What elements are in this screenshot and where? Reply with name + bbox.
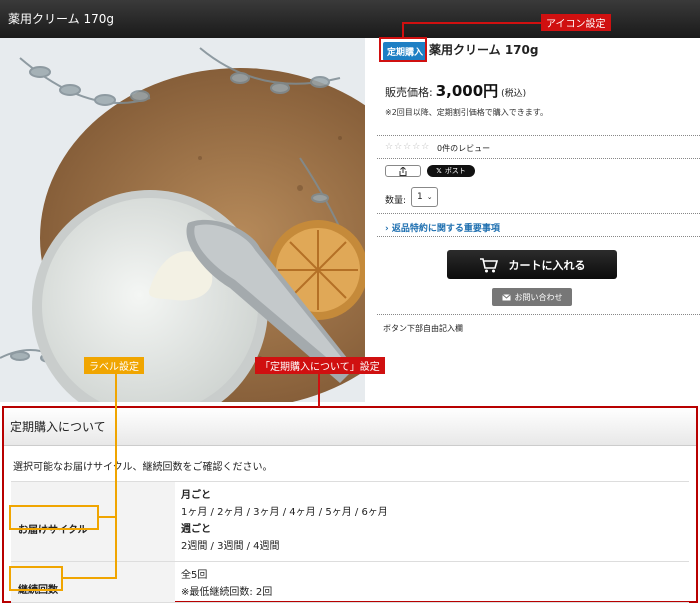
- x-post-label: ポスト: [444, 167, 466, 175]
- share-button[interactable]: [385, 165, 421, 177]
- rating-stars: ☆☆☆☆☆: [385, 142, 431, 152]
- mail-icon: [501, 293, 511, 300]
- free-text-area: ボタン下部自由記入欄: [383, 324, 463, 333]
- price-row: 販売価格: 3,000円 (税込): [385, 80, 526, 101]
- return-policy-label: 返品特約に関する重要事項: [391, 224, 500, 234]
- price-tax: (税込): [501, 89, 527, 99]
- monthly-options: 1ヶ月 / 2ヶ月 / 3ヶ月 / 4ヶ月 / 5ヶ月 / 6ヶ月: [181, 507, 388, 518]
- share-icon: [399, 166, 407, 176]
- inquiry-label: お問い合わせ: [514, 292, 563, 302]
- x-post-button[interactable]: 𝕏 ポスト: [427, 165, 475, 177]
- annotation-line: [115, 372, 117, 579]
- quantity-select[interactable]: 1 ⌄: [411, 187, 438, 207]
- divider: [377, 158, 700, 159]
- divider: [377, 314, 700, 315]
- price-value: 3,000円: [435, 82, 499, 100]
- annotation-line: [318, 372, 320, 407]
- add-to-cart-label: カートに入れる: [508, 258, 586, 272]
- subscription-table: お届けサイクル 月ごと 1ヶ月 / 2ヶ月 / 3ヶ月 / 4ヶ月 / 5ヶ月 …: [11, 481, 689, 603]
- table-row: お届けサイクル 月ごと 1ヶ月 / 2ヶ月 / 3ヶ月 / 4ヶ月 / 5ヶ月 …: [11, 481, 689, 561]
- divider: [377, 213, 700, 214]
- subscription-intro: 選択可能なお届けサイクル、継続回数をご確認ください。: [13, 462, 273, 473]
- subscription-info-section: 定期購入について 選択可能なお届けサイクル、継続回数をご確認ください。 お届けサ…: [2, 406, 698, 603]
- delivery-cycle-value: 月ごと 1ヶ月 / 2ヶ月 / 3ヶ月 / 4ヶ月 / 5ヶ月 / 6ヶ月 週ご…: [175, 482, 689, 561]
- divider: [377, 135, 700, 136]
- total-count: 全5回: [181, 570, 208, 581]
- continuation-count-value: 全5回 ※最低継続回数: 2回: [175, 562, 689, 602]
- annotation-line: [98, 516, 116, 518]
- table-row: 継続回数 全5回 ※最低継続回数: 2回: [11, 561, 689, 603]
- x-logo-icon: 𝕏: [436, 167, 442, 175]
- inquiry-button[interactable]: お問い合わせ: [492, 288, 572, 306]
- quantity-label: 数量:: [385, 196, 407, 206]
- chevron-down-icon: ⌄: [426, 193, 433, 201]
- chevron-right-icon: ›: [385, 224, 389, 234]
- return-policy-link[interactable]: › 返品特約に関する重要事項: [385, 221, 500, 234]
- minimum-count: ※最低継続回数: 2回: [181, 587, 273, 598]
- monthly-heading: 月ごと: [181, 490, 211, 501]
- product-image: [0, 38, 365, 402]
- annotation-line: [402, 22, 404, 38]
- label-setting-label: ラベル設定: [84, 357, 144, 374]
- add-to-cart-button[interactable]: カートに入れる: [447, 250, 617, 279]
- weekly-heading: 週ごと: [181, 524, 211, 535]
- weekly-options: 2週間 / 3週間 / 4週間: [181, 541, 280, 552]
- continuation-count-highlight: [9, 566, 63, 591]
- icon-setting-label: アイコン設定: [541, 14, 611, 31]
- price-label: 販売価格:: [385, 86, 433, 99]
- annotation-line: [62, 577, 116, 579]
- subscription-heading: 定期購入について: [4, 408, 696, 446]
- quantity-value: 1: [417, 192, 423, 202]
- divider: [377, 236, 700, 237]
- annotation-line: [402, 22, 542, 24]
- cart-icon: [479, 257, 498, 272]
- icon-setting-highlight: [379, 37, 427, 62]
- review-count[interactable]: 0件のレビュー: [437, 143, 490, 154]
- product-title: 薬用クリーム 170g: [429, 43, 539, 57]
- delivery-cycle-highlight: [9, 505, 99, 530]
- price-note: ※2回目以降、定期割引価格で購入できます。: [385, 108, 548, 117]
